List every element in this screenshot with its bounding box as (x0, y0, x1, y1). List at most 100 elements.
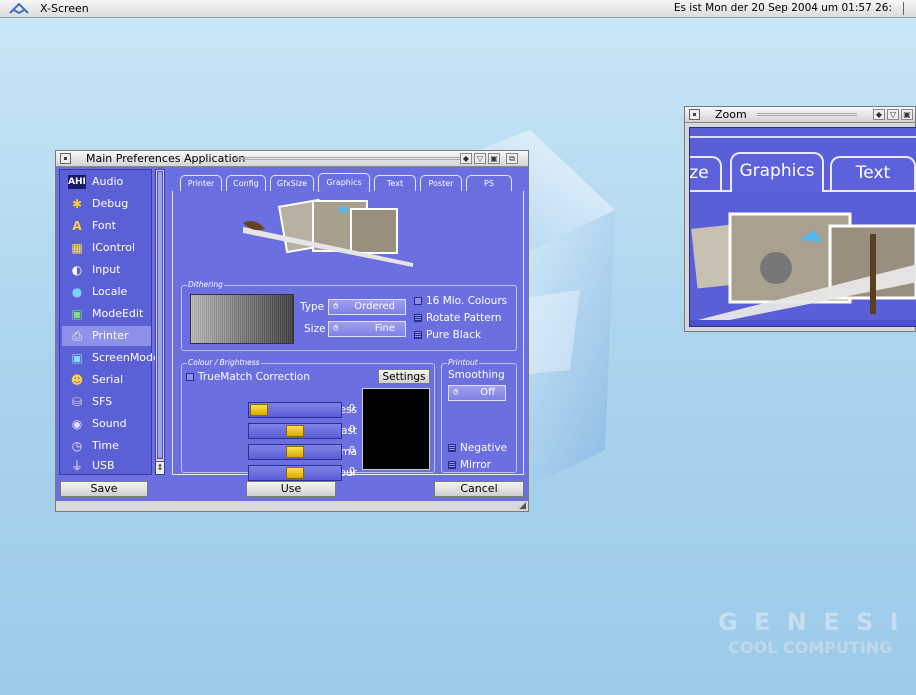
sidebar-item-time[interactable]: ◷ Time (62, 436, 151, 456)
sidebar-item-label: IControl (92, 241, 136, 254)
use-button[interactable]: Use (246, 481, 336, 497)
sidebar-item-label: Sound (92, 417, 127, 430)
sidebar-item-label: Time (92, 439, 119, 452)
scroll-arrows-icon[interactable]: ⇕ (156, 461, 164, 474)
sidebar-item-serial[interactable]: ☻ Serial (62, 370, 151, 390)
rotate-pattern-checkbox[interactable] (414, 314, 422, 322)
sidebar-item-debug[interactable]: ✱ Debug (62, 194, 151, 214)
settings-button[interactable]: Settings (378, 369, 430, 384)
zoom-window[interactable]: Zoom ◆ ▽ ▣ ze Graphics Text (684, 106, 916, 332)
main-preferences-window[interactable]: Main Preferences Application ◆ ▽ ▣ ⧉ AHI… (55, 150, 529, 512)
drag-grip[interactable] (757, 113, 857, 116)
colour-slider[interactable] (248, 465, 342, 481)
tab-printer[interactable]: Printer (180, 175, 222, 191)
sidebar-item-modeedit[interactable]: ▣ ModeEdit (62, 304, 151, 324)
mirror-checkbox[interactable] (448, 461, 456, 469)
ambient-logo-icon[interactable] (8, 1, 30, 16)
16-mio-colours-checkbox[interactable] (414, 297, 422, 305)
sidebar-item-label: Font (92, 219, 116, 232)
snapshot-icon[interactable]: ⧉ (506, 153, 518, 164)
sidebar-item-usb[interactable]: ⏚ USB (62, 456, 151, 476)
mouse-icon: ◐ (71, 263, 83, 277)
size-cycle[interactable]: ⥀ Fine (328, 321, 406, 337)
type-cycle[interactable]: ⥀ Ordered (328, 299, 406, 315)
size-label: Size (304, 323, 326, 335)
pure-black-checkbox[interactable] (414, 331, 422, 339)
slider-knob[interactable] (286, 467, 304, 479)
iconify-icon[interactable]: ▣ (488, 153, 500, 164)
main-titlebar[interactable]: Main Preferences Application ◆ ▽ ▣ ⧉ (56, 151, 528, 167)
ahi-icon: AHI (68, 175, 86, 189)
speaker-icon: ◉ (71, 417, 83, 431)
font-icon: A (72, 219, 82, 233)
iconify-icon[interactable]: ▣ (901, 109, 913, 120)
sidebar-item-input[interactable]: ◐ Input (62, 260, 151, 280)
cancel-button[interactable]: Cancel (434, 481, 524, 497)
tab-text[interactable]: Text (374, 175, 416, 191)
tab-poster[interactable]: Poster (420, 175, 462, 191)
tab-ps[interactable]: PS (466, 175, 512, 191)
brightness-slider[interactable] (248, 402, 342, 418)
negative-checkbox[interactable] (448, 444, 456, 452)
truematch-checkbox[interactable] (186, 373, 194, 381)
sidebar-item-sfs[interactable]: ⛁ SFS (62, 392, 151, 412)
sidebar-item-label: USB (92, 459, 115, 472)
pure-black-label: Pure Black (426, 329, 482, 341)
close-icon[interactable] (60, 153, 71, 164)
sidebar-item-font[interactable]: A Font (62, 216, 151, 236)
sidebar-item-locale[interactable]: ● Locale (62, 282, 151, 302)
sidebar-item-label: SFS (92, 395, 113, 408)
sidebar-item-sound[interactable]: ◉ Sound (62, 414, 151, 434)
sidebar-item-screenmode[interactable]: ▣ ScreenMode (62, 348, 159, 368)
slider-value: 0 (349, 424, 356, 435)
colour-preview (362, 388, 430, 470)
zoom-gadget-icon[interactable]: ▽ (887, 109, 899, 120)
slider-value: 0 (349, 445, 356, 456)
slider-knob[interactable] (286, 425, 304, 437)
resize-grip-icon[interactable]: ◢ (519, 501, 526, 511)
contrast-slider[interactable] (248, 423, 342, 439)
preferences-list[interactable]: AHI Audio ✱ Debug A Font ▦ IControl ◐ In… (59, 169, 160, 476)
smoothing-label: Smoothing (448, 369, 505, 381)
drag-grip[interactable] (234, 157, 460, 160)
tab-graphics[interactable]: Graphics (318, 173, 370, 192)
sidebar-item-label: Printer (92, 329, 129, 342)
save-button[interactable]: Save (60, 481, 148, 497)
depth-icon[interactable]: ◆ (460, 153, 472, 164)
screen-icon: ▣ (71, 351, 83, 365)
sidebar-item-icontrol[interactable]: ▦ IControl (62, 238, 151, 258)
negative-label: Negative (460, 442, 508, 454)
sidebar-scrollbar[interactable]: ⇕ (155, 169, 165, 475)
close-icon[interactable] (689, 109, 700, 120)
monitor-icon: ▣ (71, 307, 83, 321)
window-title: Main Preferences Application (86, 152, 246, 165)
printout-label: Printout (447, 358, 479, 367)
top-bar: X-Screen Es ist Mon der 20 Sep 2004 um 0… (0, 0, 916, 18)
zoom-tab-graphics: Graphics (730, 152, 824, 192)
tab-gfxsize[interactable]: GfxSize (270, 175, 314, 191)
dither-preview (190, 294, 294, 344)
zoom-gadget-icon[interactable]: ▽ (474, 153, 486, 164)
sidebar-item-label: Debug (92, 197, 129, 210)
topbar-divider (903, 2, 904, 15)
slider-knob[interactable] (250, 404, 268, 416)
zoom-content: ze Graphics Text (689, 127, 916, 327)
scrollbar-thumb[interactable] (157, 171, 163, 459)
cycle-icon: ⥀ (453, 388, 459, 397)
slider-knob[interactable] (286, 446, 304, 458)
clock-icon: ◷ (71, 439, 83, 453)
depth-icon[interactable]: ◆ (873, 109, 885, 120)
rotate-pattern-label: Rotate Pattern (426, 312, 502, 324)
sidebar-item-audio[interactable]: AHI Audio (62, 172, 151, 192)
zoom-titlebar[interactable]: Zoom ◆ ▽ ▣ (685, 107, 915, 123)
type-label: Type (300, 301, 325, 313)
screen-title: X-Screen (40, 2, 89, 15)
sidebar-item-label: Serial (92, 373, 124, 386)
graphics-header-image (243, 198, 413, 267)
gamma-slider[interactable] (248, 444, 342, 460)
dithering-label: Dithering (187, 280, 224, 289)
sidebar-item-printer[interactable]: ⎙ Printer (62, 326, 151, 346)
tab-config[interactable]: Config (226, 175, 266, 191)
printer-icon: ⎙ (72, 329, 82, 343)
smoothing-cycle[interactable]: ⥀ Off (448, 385, 506, 401)
